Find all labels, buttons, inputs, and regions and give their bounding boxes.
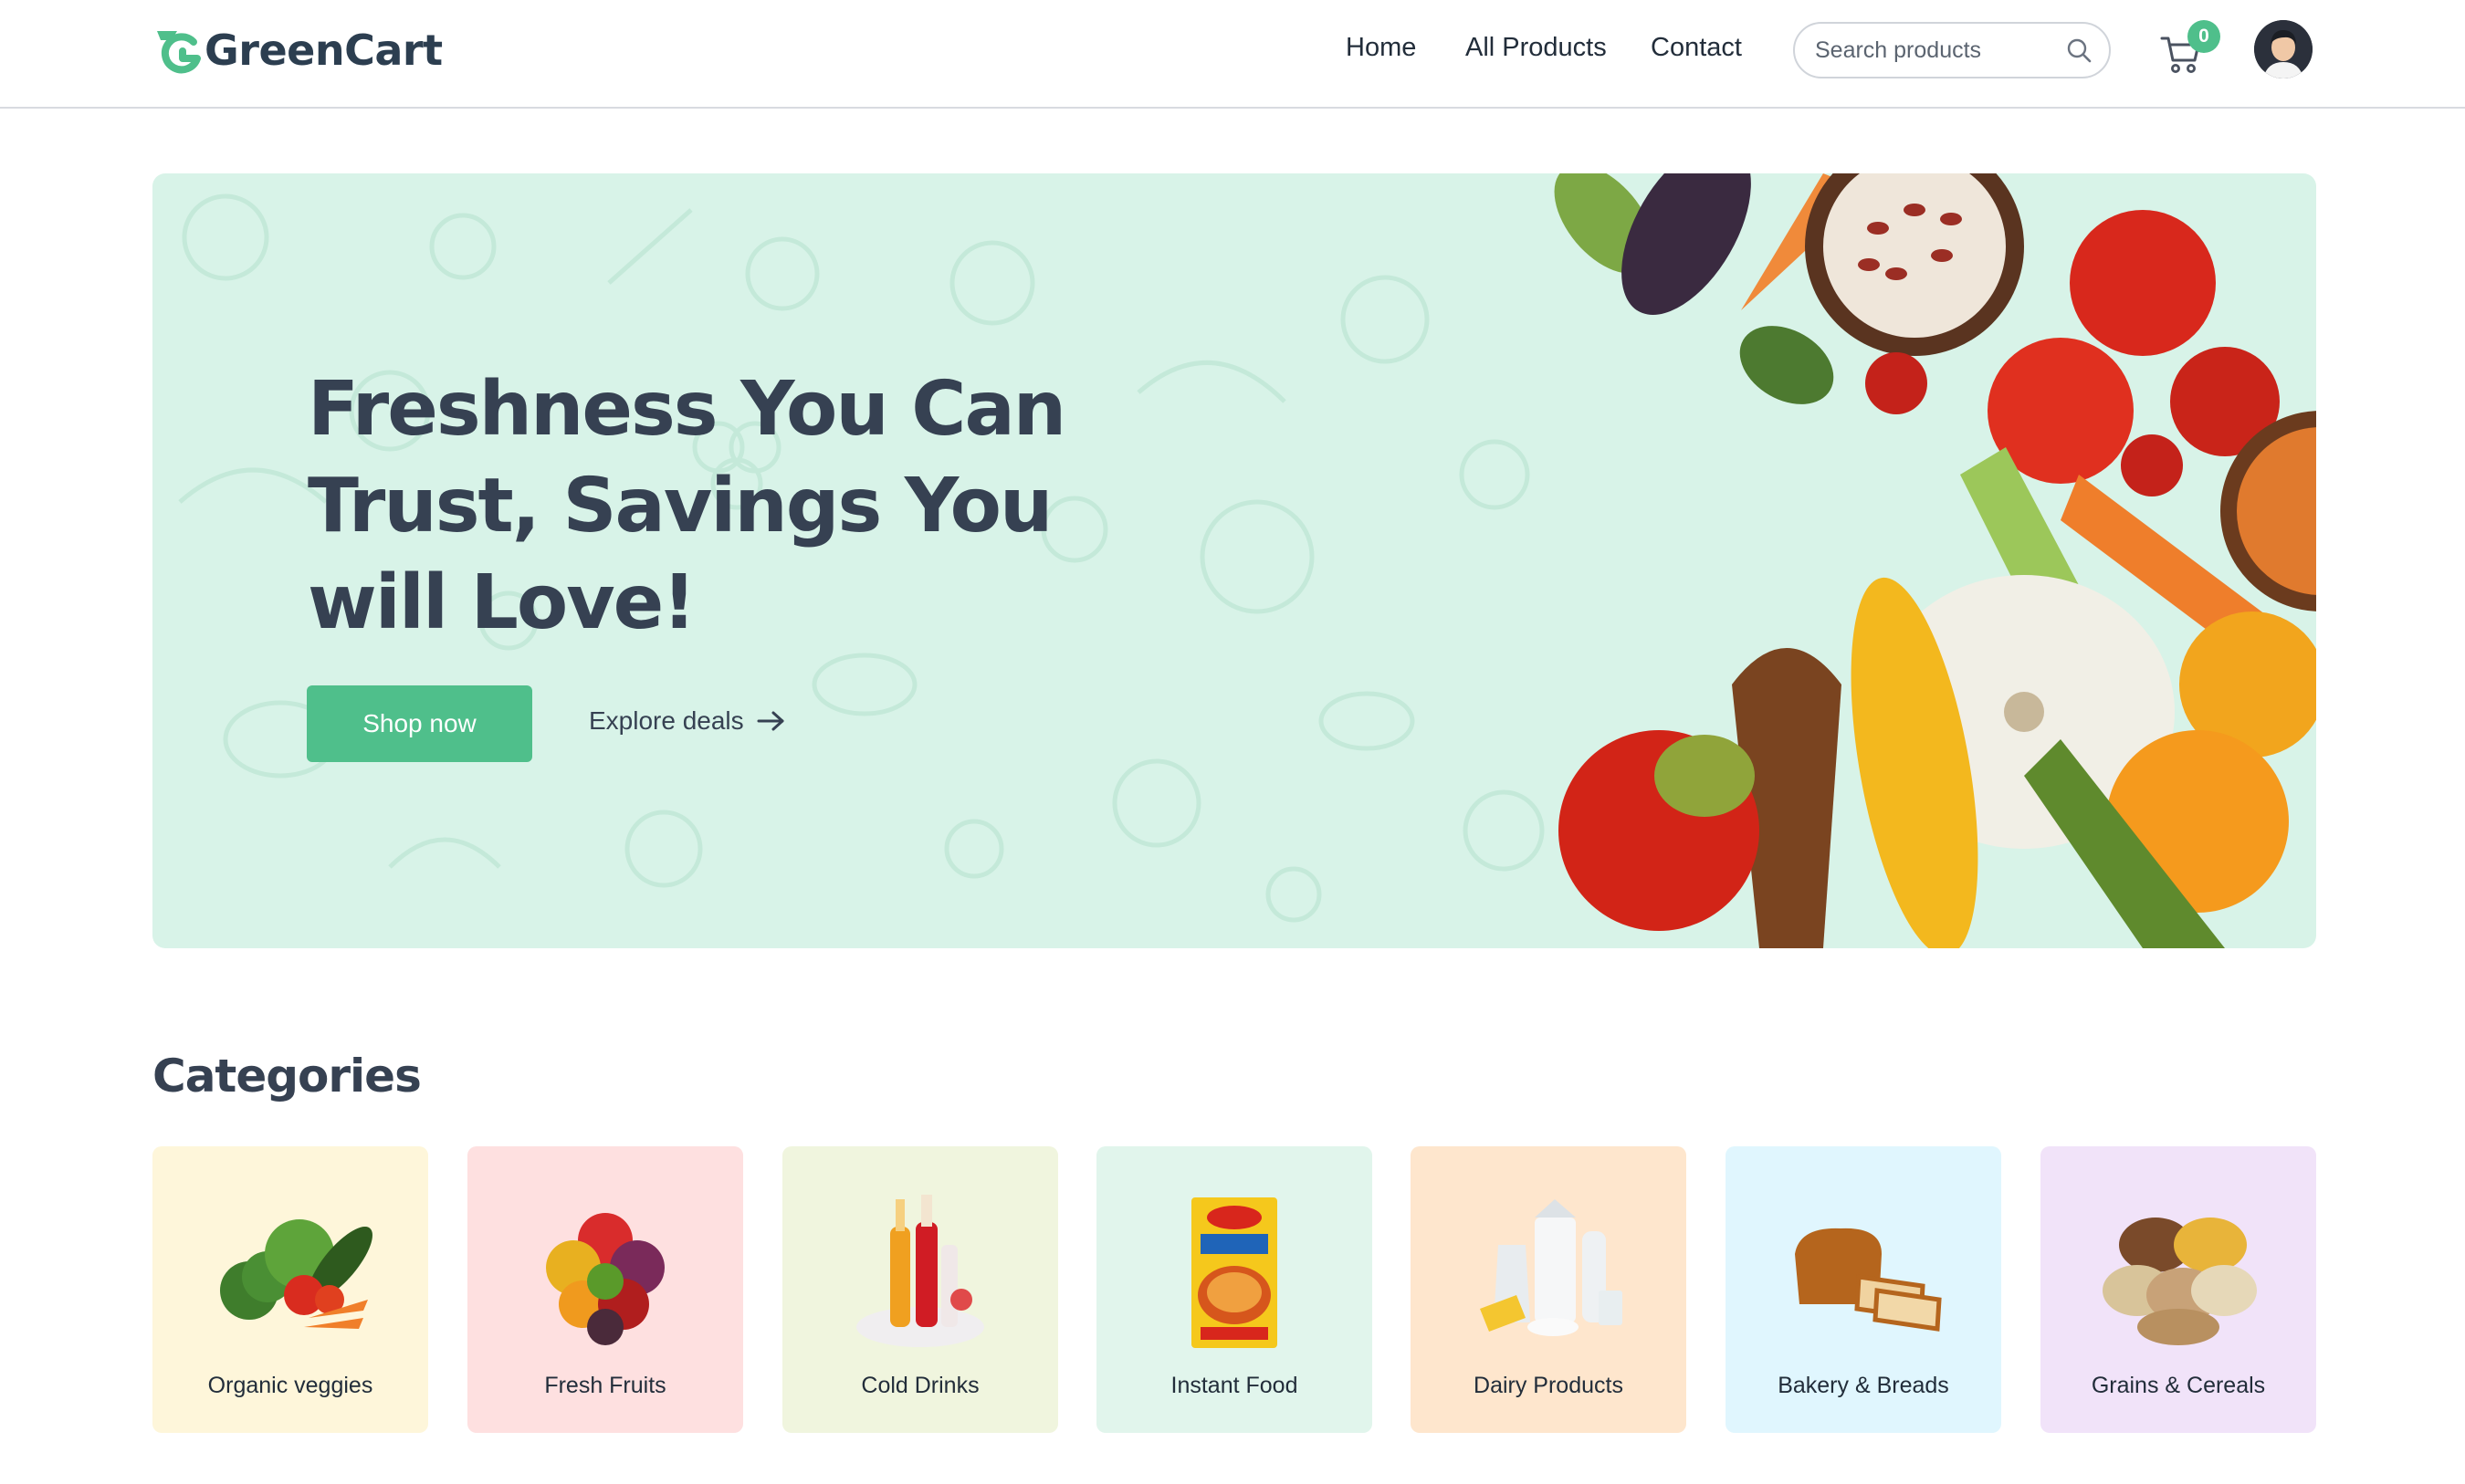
category-card-cold-drinks[interactable]: Cold Drinks (782, 1146, 1058, 1433)
category-card-grains-cereals[interactable]: Grains & Cereals (2040, 1146, 2316, 1433)
user-avatar-icon (2254, 20, 2313, 78)
category-label: Instant Food (1170, 1373, 1298, 1398)
nav-home-link[interactable]: Home (1346, 33, 1416, 63)
grains-icon (2103, 1218, 2257, 1345)
category-label: Grains & Cereals (2091, 1373, 2266, 1398)
brand-logo[interactable]: GreenCart (152, 22, 443, 78)
brand-name: GreenCart (205, 26, 443, 75)
dairy-icon (1480, 1199, 1622, 1336)
instant-noodles-icon (1191, 1197, 1277, 1348)
category-label: Fresh Fruits (544, 1373, 666, 1398)
fruits-icon (546, 1213, 665, 1345)
hero-headline: Freshness You Can Trust, Savings You wil… (308, 361, 1129, 652)
categories-heading: Categories (152, 1050, 422, 1103)
search-bar (1793, 22, 2111, 78)
top-navbar: GreenCart Home All Products Contact 0 (0, 0, 2465, 109)
cold-drinks-icon (856, 1195, 984, 1347)
vegetables-hero-image (1554, 173, 2316, 948)
nav-all-products-link[interactable]: All Products (1465, 33, 1607, 63)
hero-headline-line-2: Trust, Savings You (308, 463, 1053, 549)
vegetables-icon (220, 1219, 372, 1329)
category-card-instant-food[interactable]: Instant Food (1096, 1146, 1372, 1433)
search-icon[interactable] (2065, 37, 2093, 64)
category-card-organic-veggies[interactable]: Organic veggies (152, 1146, 428, 1433)
category-card-bakery-breads[interactable]: Bakery & Breads (1726, 1146, 2001, 1433)
greencart-logo-icon (157, 31, 201, 74)
shop-now-button[interactable]: Shop now (307, 685, 532, 762)
cart-button[interactable]: 0 (2160, 20, 2220, 74)
category-label: Cold Drinks (861, 1373, 980, 1398)
hero-headline-line-1: Freshness You Can (308, 366, 1066, 453)
explore-deals-link[interactable]: Explore deals (589, 706, 786, 736)
hero-banner: Freshness You Can Trust, Savings You wil… (152, 173, 2316, 948)
search-input[interactable] (1815, 37, 2065, 64)
category-label: Organic veggies (207, 1373, 373, 1398)
category-card-dairy-products[interactable]: Dairy Products (1411, 1146, 1686, 1433)
user-avatar[interactable] (2254, 20, 2313, 78)
arrow-right-icon (757, 711, 784, 731)
bread-icon (1795, 1228, 1942, 1332)
category-card-fresh-fruits[interactable]: Fresh Fruits (467, 1146, 743, 1433)
nav-contact-link[interactable]: Contact (1651, 33, 1742, 63)
cart-count-badge: 0 (2187, 20, 2220, 53)
explore-deals-label: Explore deals (589, 706, 744, 735)
hero-headline-line-3: will Love! (308, 559, 697, 646)
category-label: Bakery & Breads (1778, 1373, 1949, 1398)
category-label: Dairy Products (1474, 1373, 1623, 1398)
